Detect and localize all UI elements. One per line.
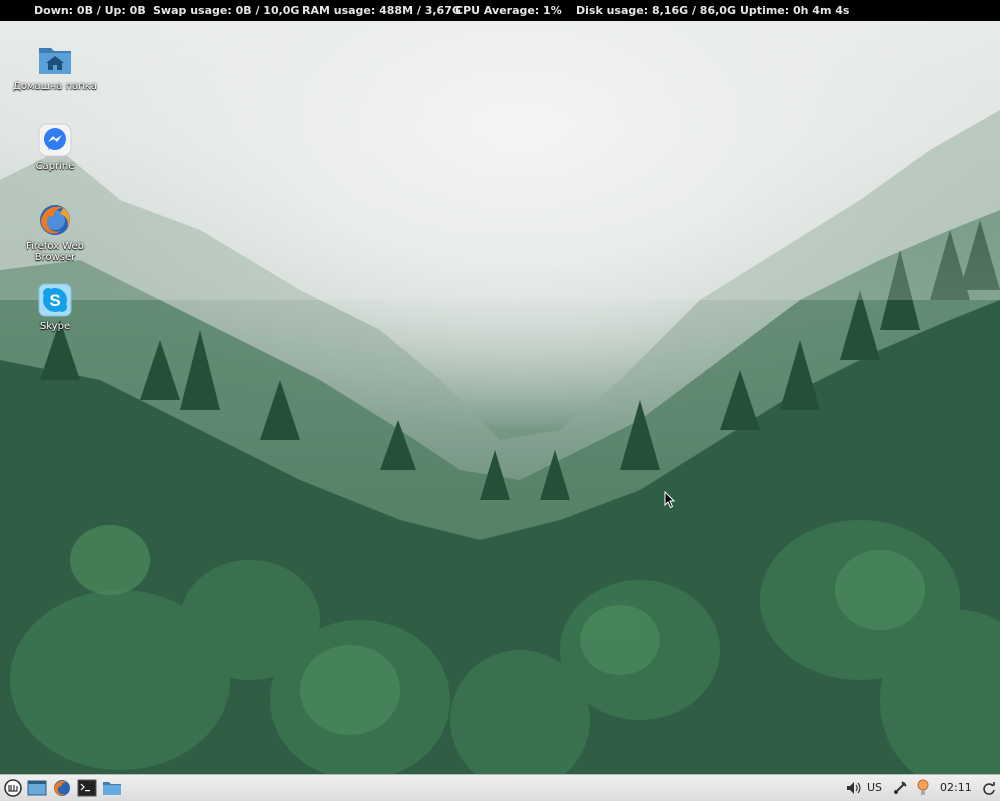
refresh-button[interactable] <box>982 781 996 795</box>
terminal-launcher[interactable] <box>77 779 97 797</box>
update-manager-button[interactable] <box>915 779 931 797</box>
desktop-icon-caprine[interactable]: Caprine <box>10 122 100 172</box>
files-icon <box>103 782 121 795</box>
desktop-icon-skype[interactable]: S Skype <box>10 282 100 332</box>
menu-icon <box>4 779 22 797</box>
show-desktop-button[interactable] <box>27 779 47 797</box>
refresh-icon <box>983 782 995 795</box>
taskbar: US 02:11 <box>0 774 1000 801</box>
menu-button[interactable] <box>3 779 23 797</box>
desktop-wallpaper <box>0 0 1000 800</box>
network-button[interactable] <box>892 780 908 796</box>
system-monitor-bar: Down: 0B / Up: 0B Swap usage: 0B / 10,0G… <box>0 0 1000 21</box>
disk-usage: Disk usage: 8,16G / 86,0G <box>576 4 736 17</box>
update-manager-icon <box>917 779 929 795</box>
desktop-icon-label: Firefox Web Browser <box>25 241 85 263</box>
show-desktop-icon <box>27 780 47 796</box>
desktop-icon-label: Caprine <box>35 161 75 172</box>
volume-icon <box>847 782 861 794</box>
uptime: Uptime: 0h 4m 4s <box>740 4 850 17</box>
network-icon <box>894 781 907 794</box>
svg-text:S: S <box>49 291 60 310</box>
keyboard-layout-indicator[interactable]: US <box>867 775 882 801</box>
files-launcher[interactable] <box>102 779 122 797</box>
skype-icon: S <box>37 282 73 318</box>
swap-usage: Swap usage: 0B / 10,0G <box>153 4 300 17</box>
cpu-average: CPU Average: 1% <box>455 4 562 17</box>
terminal-icon <box>77 779 97 797</box>
mouse-cursor-icon <box>664 491 676 509</box>
desktop-icon-firefox[interactable]: Firefox Web Browser <box>10 202 100 263</box>
firefox-icon <box>54 780 70 796</box>
forest-wallpaper-image <box>0 0 1000 800</box>
network-usage: Down: 0B / Up: 0B <box>34 4 146 17</box>
firefox-launcher[interactable] <box>52 779 72 797</box>
caprine-messenger-icon <box>37 122 73 158</box>
volume-button[interactable] <box>845 780 861 796</box>
desktop-icon-label: Skype <box>39 321 71 332</box>
clock[interactable]: 02:11 <box>940 775 972 801</box>
firefox-icon <box>37 202 73 238</box>
desktop-icon-home-folder[interactable]: Домашна папка <box>10 42 100 92</box>
desktop-icon-label: Домашна папка <box>13 81 97 92</box>
home-folder-icon <box>37 42 73 78</box>
ram-usage: RAM usage: 488M / 3,67G <box>302 4 461 17</box>
